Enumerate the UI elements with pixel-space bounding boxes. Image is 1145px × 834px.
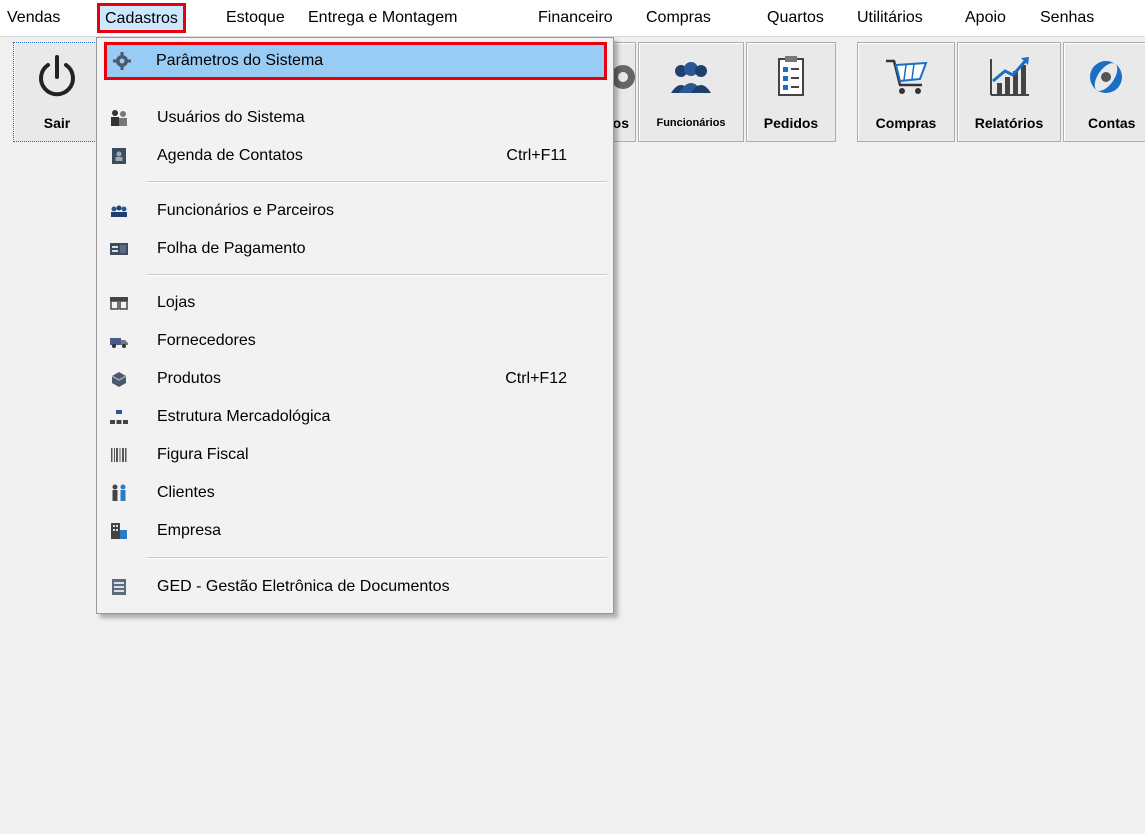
- money-icon: [1090, 61, 1122, 93]
- menu-item-fornecedores[interactable]: Fornecedores: [99, 322, 611, 360]
- menu-item-label: Lojas: [157, 294, 196, 311]
- relatorios-button[interactable]: Relatórios: [957, 42, 1061, 142]
- funcionarios-button[interactable]: Funcionários: [638, 42, 744, 142]
- menu-item-label: Produtos: [157, 370, 222, 387]
- menu-item-lojas[interactable]: Lojas: [99, 284, 611, 322]
- menu-item-funcionarios-e-parceiros[interactable]: Funcionários e Parceiros: [99, 192, 611, 230]
- compras-button-label: Compras: [875, 115, 937, 131]
- address-book-icon: [112, 148, 126, 164]
- menu-item-label: Figura Fiscal: [157, 446, 249, 463]
- sair-button-label: Sair: [43, 115, 71, 131]
- menu-item-label: Empresa: [157, 522, 222, 539]
- menu-item-ged[interactable]: GED - Gestão Eletrônica de Documentos: [99, 568, 611, 606]
- menu-item-label: Estrutura Mercadológica: [157, 408, 331, 425]
- menu-item-usuarios-do-sistema[interactable]: Usuários do Sistema: [99, 99, 611, 137]
- menu-cadastros[interactable]: Cadastros: [97, 3, 186, 33]
- products-icon: [111, 372, 127, 387]
- menu-bar: Vendas Cadastros Estoque Entrega e Monta…: [0, 0, 1145, 37]
- cadastros-dropdown-menu: Parâmetros do Sistema Usuários do Sistem…: [96, 37, 614, 614]
- menu-vendas[interactable]: Vendas: [3, 0, 64, 36]
- menu-quartos[interactable]: Quartos: [763, 0, 828, 36]
- menu-item-folha-de-pagamento[interactable]: Folha de Pagamento: [99, 230, 611, 268]
- compras-button[interactable]: Compras: [857, 42, 955, 142]
- sair-button[interactable]: Sair: [13, 42, 101, 142]
- menu-item-label: Funcionários e Parceiros: [157, 202, 334, 219]
- menu-financeiro[interactable]: Financeiro: [534, 0, 617, 36]
- document-icon: [112, 579, 126, 595]
- menu-item-agenda-de-contatos[interactable]: Agenda de Contatos Ctrl+F11: [99, 137, 611, 175]
- clients-icon: [112, 484, 126, 501]
- contas-button-label: Contas: [1088, 115, 1136, 131]
- menu-item-estrutura-mercadologica[interactable]: Estrutura Mercadológica: [99, 398, 611, 436]
- menu-compras[interactable]: Compras: [642, 0, 715, 36]
- store-icon: [110, 297, 128, 310]
- menu-item-label: GED - Gestão Eletrônica de Documentos: [157, 578, 450, 595]
- menu-item-empresa[interactable]: Empresa: [99, 512, 611, 550]
- people-group-icon: [111, 205, 127, 217]
- bar-chart-icon: [990, 57, 1029, 96]
- relatorios-button-label: Relatórios: [974, 115, 1044, 131]
- pedidos-button-label: Pedidos: [763, 115, 819, 131]
- menu-separator: [147, 181, 607, 183]
- menu-item-shortcut: Ctrl+F11: [506, 147, 567, 164]
- menu-item-clientes[interactable]: Clientes: [99, 474, 611, 512]
- menu-item-label: Clientes: [157, 484, 215, 501]
- gear-icon: [113, 52, 131, 70]
- building-icon: [111, 523, 127, 539]
- payroll-icon: [110, 243, 128, 255]
- menu-item-parametros-do-sistema[interactable]: Parâmetros do Sistema: [104, 42, 607, 80]
- menu-item-shortcut: Ctrl+F12: [505, 370, 567, 387]
- menu-item-label: Parâmetros do Sistema: [156, 52, 324, 69]
- menu-item-label: Agenda de Contatos: [157, 147, 303, 164]
- menu-estoque[interactable]: Estoque: [222, 0, 289, 36]
- employees-icon: [671, 62, 711, 93]
- contas-button[interactable]: Contas: [1063, 42, 1145, 142]
- checklist-icon: [778, 56, 804, 96]
- menu-utilitarios[interactable]: Utilitários: [853, 0, 927, 36]
- power-icon: [39, 55, 75, 97]
- menu-separator: [147, 274, 607, 276]
- truck-icon: [110, 338, 128, 348]
- menu-item-label: Usuários do Sistema: [157, 109, 305, 126]
- barcode-icon: [111, 448, 127, 462]
- menu-item-produtos[interactable]: Produtos Ctrl+F12: [99, 360, 611, 398]
- menu-senhas[interactable]: Senhas: [1036, 0, 1098, 36]
- menu-item-label: Fornecedores: [157, 332, 256, 349]
- users-icon: [111, 110, 127, 126]
- menu-entrega-e-montagem[interactable]: Entrega e Montagem: [304, 0, 461, 36]
- menu-item-label: Folha de Pagamento: [157, 240, 306, 257]
- menu-separator: [147, 557, 607, 559]
- pedidos-button[interactable]: Pedidos: [746, 42, 836, 142]
- menu-apoio[interactable]: Apoio: [961, 0, 1010, 36]
- menu-item-figura-fiscal[interactable]: Figura Fiscal: [99, 436, 611, 474]
- hierarchy-icon: [110, 410, 128, 424]
- funcionarios-button-label: Funcionários: [656, 117, 726, 129]
- cart-icon: [886, 59, 928, 94]
